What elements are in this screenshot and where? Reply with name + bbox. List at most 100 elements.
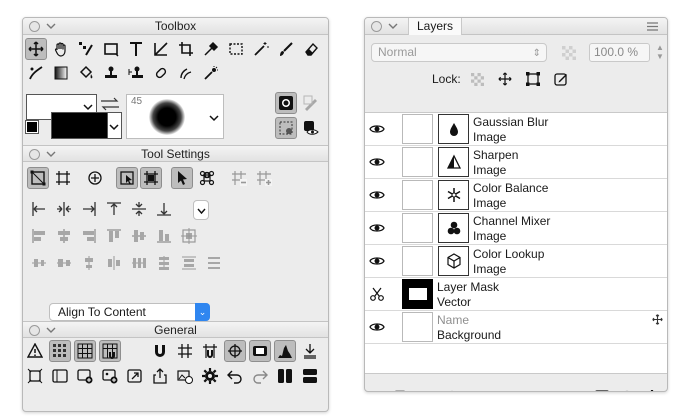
transform-origin-icon[interactable] <box>84 167 106 189</box>
tab-layers[interactable]: Layers <box>408 18 463 35</box>
sidebar-toggle-icon[interactable] <box>49 365 71 387</box>
histogram-icon[interactable] <box>274 340 296 362</box>
marquee-selection-icon[interactable] <box>225 38 247 60</box>
warning-icon[interactable] <box>24 340 46 362</box>
bandage-heal-icon[interactable] <box>150 62 172 84</box>
select-grid-icon[interactable] <box>140 167 162 189</box>
transform-bounds-icon[interactable] <box>27 167 49 189</box>
clone-stamp-icon[interactable] <box>125 62 147 84</box>
align-top-edge-icon[interactable] <box>103 198 125 220</box>
chevron-down-icon[interactable]: ⌄ <box>195 303 210 321</box>
snap-guides-icon[interactable] <box>199 340 221 362</box>
export-arrow-icon[interactable] <box>124 365 146 387</box>
cube-icon[interactable] <box>438 246 469 276</box>
smudge-tool-icon[interactable] <box>175 62 197 84</box>
paint-brush-icon[interactable] <box>275 38 297 60</box>
swap-colors-icon[interactable] <box>99 96 121 112</box>
image-refresh-icon[interactable] <box>174 365 196 387</box>
align-objects-right-icon[interactable] <box>78 225 100 247</box>
stamp-tool-icon[interactable] <box>100 62 122 84</box>
layer-row-color-balance[interactable]: Color Balance Image <box>365 179 667 212</box>
align-objects-middle-icon[interactable] <box>128 225 150 247</box>
transparency-icon[interactable] <box>562 46 576 60</box>
adjustments-button[interactable] <box>618 389 636 391</box>
share-icon[interactable] <box>149 365 171 387</box>
grid-icon[interactable] <box>74 340 96 362</box>
align-right-edge-icon[interactable] <box>78 198 100 220</box>
mini-fg-swatch[interactable] <box>25 120 39 134</box>
layer-mask-thumb[interactable] <box>402 114 433 144</box>
layer-row-sharpen[interactable]: Sharpen Image <box>365 146 667 179</box>
select-bounds-icon[interactable] <box>116 167 138 189</box>
empty-thumb[interactable] <box>402 312 433 342</box>
magic-wand-icon[interactable] <box>250 38 272 60</box>
new-window-icon[interactable] <box>74 365 96 387</box>
magnet-icon[interactable] <box>149 340 171 362</box>
distribute-top-icon[interactable] <box>103 252 125 274</box>
layer-mask-thumb[interactable] <box>402 180 433 210</box>
split-horizontal-icon[interactable] <box>299 365 321 387</box>
transform-tool-icon[interactable] <box>150 38 172 60</box>
align-objects-top-icon[interactable] <box>103 225 125 247</box>
gradient-tool-icon[interactable] <box>50 62 72 84</box>
drop-icon[interactable] <box>438 114 469 144</box>
blend-mode-select[interactable]: Normal ⇕ <box>371 43 547 62</box>
distribute-right-icon[interactable] <box>78 252 100 274</box>
quick-mask-icon[interactable] <box>275 92 297 114</box>
close-icon[interactable] <box>371 21 382 32</box>
canvas-fit-icon[interactable] <box>24 365 46 387</box>
lock-position-icon[interactable] <box>498 72 512 86</box>
eye-icon[interactable] <box>369 220 385 236</box>
dropdown-arrow-icon[interactable] <box>83 102 93 112</box>
transform-grid-icon[interactable] <box>52 167 74 189</box>
crosshair-icon[interactable] <box>224 340 246 362</box>
gear-icon[interactable] <box>199 365 221 387</box>
eye-icon[interactable] <box>369 187 385 203</box>
layer-row-channel-mixer[interactable]: Channel Mixer Image <box>365 212 667 245</box>
lock-edit-icon[interactable] <box>554 72 568 86</box>
add-layer-button[interactable] <box>369 389 387 391</box>
align-h-center-icon[interactable] <box>53 198 75 220</box>
align-objects-box-icon[interactable] <box>178 225 200 247</box>
command-icon[interactable] <box>196 167 218 189</box>
scissors-icon[interactable] <box>369 286 385 302</box>
align-objects-bottom-icon[interactable] <box>153 225 175 247</box>
hand-tool-icon[interactable] <box>50 38 72 60</box>
dropdown-arrow-icon[interactable] <box>109 122 119 132</box>
layer-mask-thumb[interactable] <box>402 246 433 276</box>
edit-mask-icon[interactable] <box>300 92 322 114</box>
layer-row-gaussian-blur[interactable]: Gaussian Blur Image <box>365 113 667 146</box>
move-tool-icon[interactable] <box>25 38 47 60</box>
distribute-h-spacing-icon[interactable] <box>203 252 225 274</box>
crop-tool-icon[interactable] <box>175 38 197 60</box>
eraser-icon[interactable] <box>300 38 322 60</box>
layer-mask-button[interactable] <box>568 389 586 391</box>
eye-icon[interactable] <box>369 121 385 137</box>
tool-settings-titlebar[interactable]: Tool Settings <box>23 145 328 162</box>
layer-row-layer-mask[interactable]: Layer Mask Vector <box>365 278 667 311</box>
snap-grid-icon[interactable] <box>99 340 121 362</box>
delete-layer-button[interactable] <box>417 389 435 391</box>
grid-minus-icon[interactable] <box>228 167 250 189</box>
layer-info-button[interactable] <box>443 389 461 391</box>
grid-plus-icon[interactable] <box>253 167 275 189</box>
distribute-v-spacing-icon[interactable] <box>178 252 200 274</box>
dropdown-arrow-icon[interactable] <box>209 113 219 123</box>
guides-icon[interactable] <box>174 340 196 362</box>
layers-titlebar[interactable]: Layers <box>365 18 667 35</box>
mask-thumb[interactable] <box>402 279 433 309</box>
add-image-icon[interactable] <box>99 365 121 387</box>
layer-row-background[interactable]: Name Background <box>365 311 667 344</box>
eye-icon[interactable] <box>369 253 385 269</box>
opacity-stepper[interactable]: ▲ ▼ <box>654 43 666 62</box>
pointer-icon[interactable] <box>171 167 193 189</box>
eye-icon[interactable] <box>369 154 385 170</box>
text-tool-icon[interactable] <box>125 38 147 60</box>
chevron-down-icon[interactable] <box>387 20 399 32</box>
align-bottom-edge-icon[interactable] <box>153 198 175 220</box>
pixel-brush-icon[interactable] <box>75 38 97 60</box>
fill-bucket-icon[interactable] <box>75 62 97 84</box>
align-left-edge-icon[interactable] <box>28 198 50 220</box>
lock-bounds-icon[interactable] <box>526 72 540 86</box>
vector-brush-icon[interactable] <box>25 62 47 84</box>
